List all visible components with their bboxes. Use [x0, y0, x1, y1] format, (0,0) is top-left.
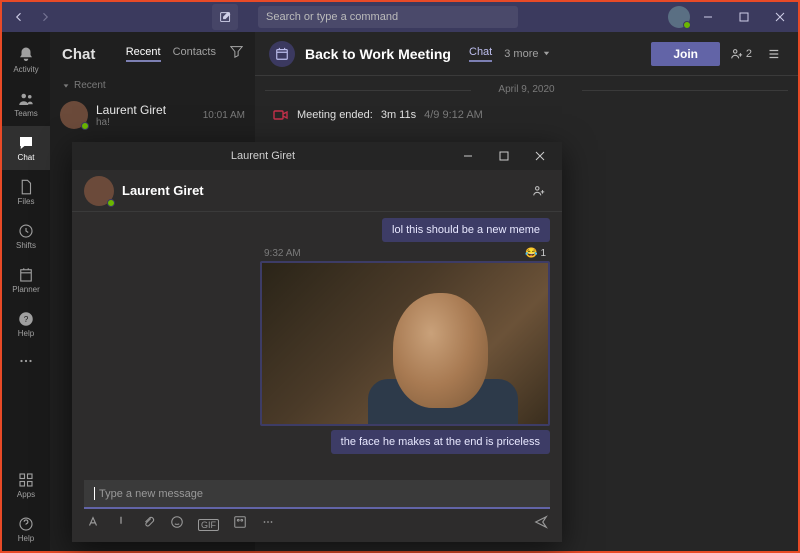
- tab-more[interactable]: 3 more: [504, 48, 550, 60]
- rail-label: Chat: [18, 153, 35, 162]
- avatar: [60, 101, 88, 129]
- participants-button[interactable]: 2: [730, 43, 752, 65]
- popout-title: Laurent Giret: [76, 150, 450, 162]
- laugh-emoji-icon: 😂: [525, 248, 537, 259]
- nav-fwd-button[interactable]: [32, 2, 58, 32]
- popout-minimize-button[interactable]: [450, 141, 486, 171]
- minimize-button[interactable]: [690, 2, 726, 32]
- presence-available-icon: [107, 199, 115, 207]
- date-separator: April 9, 2020: [255, 84, 798, 95]
- presence-available-icon: [683, 21, 691, 29]
- avatar[interactable]: [84, 176, 114, 206]
- tab-contacts[interactable]: Contacts: [173, 46, 216, 62]
- meeting-ended-time: 4/9 9:12 AM: [424, 109, 483, 121]
- more-icon[interactable]: [261, 515, 275, 534]
- chat-list-item[interactable]: Laurent Giret ha! 10:01 AM: [50, 95, 255, 135]
- rail-planner[interactable]: Planner: [2, 258, 50, 302]
- emoji-icon[interactable]: [170, 515, 184, 534]
- rail-apps[interactable]: Apps: [2, 463, 50, 507]
- message-bubble[interactable]: the face he makes at the end is priceles…: [331, 430, 550, 454]
- maximize-button[interactable]: [726, 2, 762, 32]
- chat-item-preview: ha!: [96, 117, 195, 128]
- rail-label: Shifts: [16, 241, 36, 250]
- popout-messages: lol this should be a new meme 9:32 AM 😂 …: [72, 212, 562, 474]
- popout-chat-window: Laurent Giret Laurent Giret lol this sho…: [72, 142, 562, 542]
- rail-label: Help: [18, 534, 34, 543]
- rail-label: Apps: [17, 490, 35, 499]
- chat-list-title: Chat: [62, 46, 95, 63]
- conversation-title: Back to Work Meeting: [305, 46, 451, 62]
- meeting-icon: [269, 41, 295, 67]
- popout-add-people-button[interactable]: [528, 180, 550, 202]
- app-rail: Activity Teams Chat Files Shifts Planner: [2, 32, 50, 551]
- compose-input[interactable]: Type a new message: [84, 480, 550, 509]
- join-button[interactable]: Join: [651, 42, 720, 66]
- message-reaction[interactable]: 😂 1: [525, 248, 546, 259]
- gif-icon[interactable]: GIF: [198, 519, 219, 531]
- rail-chat[interactable]: Chat: [2, 126, 50, 170]
- rail-help-upper[interactable]: ? Help: [2, 302, 50, 346]
- rail-label: Teams: [14, 109, 38, 118]
- rail-help[interactable]: Help: [2, 507, 50, 551]
- meeting-ended-row: Meeting ended: 3m 11s 4/9 9:12 AM: [255, 103, 798, 127]
- attach-icon[interactable]: [142, 515, 156, 534]
- popout-close-button[interactable]: [522, 141, 558, 171]
- chat-item-name: Laurent Giret: [96, 103, 195, 117]
- rail-label: Planner: [12, 285, 40, 294]
- rail-activity[interactable]: Activity: [2, 38, 50, 82]
- conversation-header: Back to Work Meeting Chat 3 more Join 2: [255, 32, 798, 76]
- rail-label: Activity: [13, 65, 38, 74]
- message-bubble[interactable]: lol this should be a new meme: [382, 218, 550, 242]
- rail-teams[interactable]: Teams: [2, 82, 50, 126]
- rail-files[interactable]: Files: [2, 170, 50, 214]
- close-button[interactable]: [762, 2, 798, 32]
- search-input[interactable]: Search or type a command: [258, 6, 518, 28]
- rail-shifts[interactable]: Shifts: [2, 214, 50, 258]
- list-button[interactable]: [762, 43, 784, 65]
- compose-area: Type a new message GIF: [72, 474, 562, 542]
- priority-icon[interactable]: [114, 515, 128, 534]
- rail-more[interactable]: [2, 346, 50, 376]
- current-user-avatar[interactable]: [668, 6, 690, 28]
- sticker-icon[interactable]: [233, 515, 247, 534]
- meeting-ended-label: Meeting ended:: [297, 109, 373, 121]
- popout-title-bar[interactable]: Laurent Giret: [72, 142, 562, 170]
- message-block[interactable]: 9:32 AM 😂 1: [260, 246, 550, 426]
- popout-person-name: Laurent Giret: [122, 183, 204, 198]
- rail-label: Help: [18, 329, 34, 338]
- meeting-ended-duration: 3m 11s: [381, 109, 416, 121]
- chat-item-time: 10:01 AM: [203, 110, 245, 121]
- message-time: 9:32 AM: [264, 248, 301, 259]
- nav-back-button[interactable]: [6, 2, 32, 32]
- presence-available-icon: [81, 122, 89, 130]
- popout-header: Laurent Giret: [72, 170, 562, 212]
- video-off-icon: [273, 107, 289, 123]
- tab-recent[interactable]: Recent: [126, 46, 161, 62]
- title-bar: Search or type a command: [2, 2, 798, 32]
- search-placeholder: Search or type a command: [266, 11, 398, 23]
- svg-text:?: ?: [24, 315, 29, 324]
- filter-icon[interactable]: [230, 45, 243, 63]
- group-header-recent[interactable]: Recent: [50, 76, 255, 95]
- send-icon[interactable]: [534, 515, 548, 534]
- rail-label: Files: [18, 197, 35, 206]
- tab-chat[interactable]: Chat: [469, 46, 492, 62]
- format-icon[interactable]: [86, 515, 100, 534]
- new-message-button[interactable]: [212, 4, 238, 30]
- compose-placeholder: Type a new message: [99, 488, 203, 500]
- popout-maximize-button[interactable]: [486, 141, 522, 171]
- message-image[interactable]: [260, 261, 550, 426]
